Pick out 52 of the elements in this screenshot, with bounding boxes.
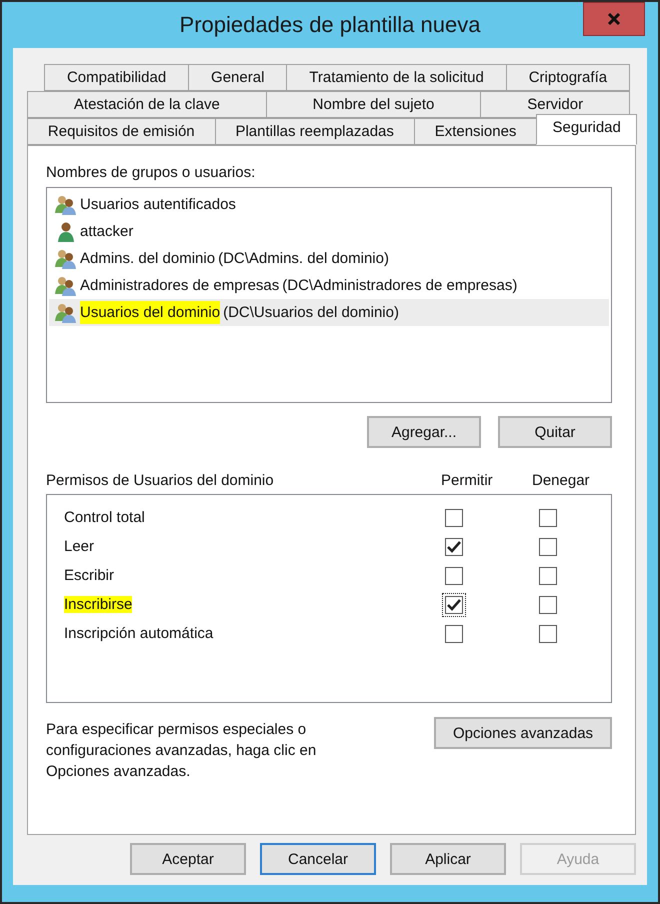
permission-name: Inscribirse	[64, 596, 132, 613]
list-label: Nombres de grupos o usuarios:	[46, 164, 256, 181]
tab[interactable]: Compatibilidad	[44, 64, 190, 91]
group-icon	[55, 302, 77, 322]
principal-path: (DC\Admins. del dominio)	[218, 250, 389, 267]
principal-item[interactable]: Admins. del dominio (DC\Admins. del dominio)	[49, 245, 609, 272]
check-icon	[447, 540, 461, 552]
tab[interactable]: Nombre del sujeto	[266, 91, 482, 118]
tab[interactable]: Plantillas reemplazadas	[214, 118, 415, 145]
principal-path: (DC\Administradores de empresas)	[282, 277, 518, 294]
dialog-button[interactable]: Aplicar	[390, 843, 506, 875]
advanced-hint: Para especificar permisos especiales o configuraciones avanzadas, haga clic en Opciones avanzadas.	[46, 720, 318, 782]
group-icon	[55, 248, 77, 268]
tab[interactable]: General	[188, 64, 288, 91]
permission-name: Inscripción automática	[64, 625, 214, 642]
list-button[interactable]: Agregar...	[367, 416, 481, 448]
advanced-button[interactable]: Opciones avanzadas	[434, 717, 612, 749]
user-icon	[55, 222, 77, 242]
tab[interactable]: Extensiones	[414, 118, 538, 145]
group-icon	[55, 194, 77, 214]
list-button[interactable]: Quitar	[498, 416, 612, 448]
tab[interactable]: Atestación de la clave	[27, 91, 267, 118]
dialog-button[interactable]: Aceptar	[130, 843, 246, 875]
permission-name: Escribir	[64, 567, 114, 584]
tab[interactable]: Criptografía	[506, 64, 630, 91]
principal-path: (DC\Usuarios del dominio)	[223, 304, 399, 321]
dialog-button[interactable]: Cancelar	[260, 843, 376, 875]
principal-name: attacker	[80, 222, 134, 242]
principal-item[interactable]: attacker	[49, 218, 609, 245]
close-button[interactable]	[583, 2, 645, 36]
column-header: Denegar	[532, 472, 591, 489]
group-icon	[55, 276, 77, 296]
permission-name: Leer	[64, 538, 94, 555]
close-icon	[607, 13, 621, 25]
principal-name: Usuarios autentificados	[80, 195, 236, 215]
principal-name: Administradores de empresas	[80, 276, 280, 296]
principal-name: Admins. del dominio	[80, 249, 216, 269]
principal-item[interactable]: Administradores de empresas (DC\Administradores de empresas)	[49, 272, 609, 299]
principal-list[interactable]: Usuarios autentificados attacker Admins. del dominio (DC\Admins. del dominio) Administradores de empresas (DC\Administradores de empresas) Usuarios del dominio (DC\Usuarios del dominio)	[46, 187, 612, 403]
tab[interactable]: Seguridad	[536, 114, 637, 145]
allow-checkbox[interactable]	[442, 592, 466, 616]
tab[interactable]: Requisitos de emisión	[27, 118, 216, 145]
principal-name: Usuarios del dominio	[80, 301, 220, 324]
window-title: Propiedades de plantilla nueva	[180, 12, 480, 38]
check-icon	[447, 598, 461, 610]
tab[interactable]: Servidor	[480, 91, 630, 118]
tab[interactable]: Tratamiento de la solicitud	[286, 64, 507, 91]
permissions-label: Permisos de Usuarios del dominio	[46, 472, 275, 489]
principal-item[interactable]: Usuarios autentificados	[49, 191, 609, 218]
permission-name: Control total	[64, 509, 145, 526]
column-header: Permitir	[441, 472, 494, 489]
principal-item[interactable]: Usuarios del dominio (DC\Usuarios del dominio)	[49, 299, 609, 326]
